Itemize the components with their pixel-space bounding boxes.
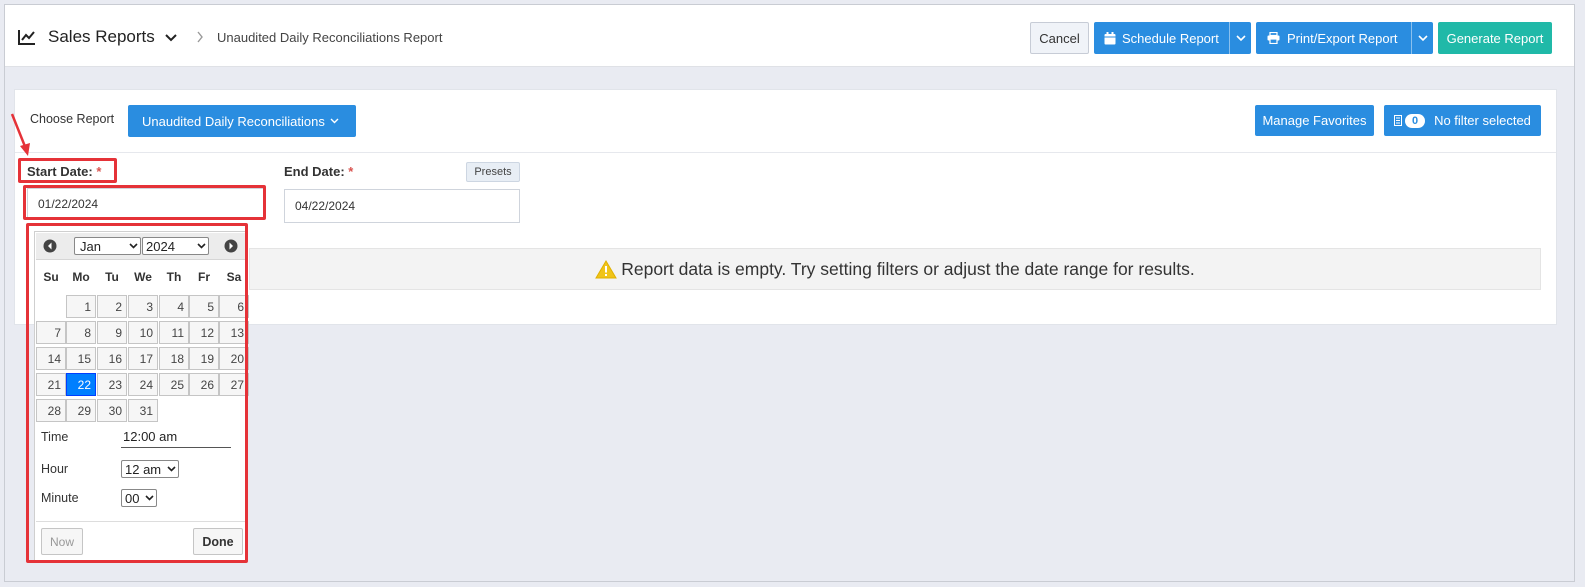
empty-report-banner: Report data is empty. Try setting filter… [249,248,1541,290]
page-header: Sales Reports Unaudited Daily Reconcilia… [5,5,1574,67]
page-title: Sales Reports [48,27,155,46]
empty-report-message: Report data is empty. Try setting filter… [621,258,1195,279]
presets-button[interactable]: Presets [466,162,520,182]
cancel-button[interactable]: Cancel [1030,22,1089,54]
annotation-box-start-input [23,185,266,220]
breadcrumb: Unaudited Daily Reconciliations Report [217,30,443,45]
filter-status-button[interactable]: 0 No filter selected [1384,105,1541,136]
panel-divider [15,152,1556,153]
chevron-down-icon [1417,34,1428,41]
report-select-value: Unaudited Daily Reconciliations [142,113,325,129]
app-frame: Sales Reports Unaudited Daily Reconcilia… [4,4,1575,582]
chevron-down-icon [330,118,339,124]
print-export-label: Print/Export Report [1287,30,1398,46]
end-date-value: 04/22/2024 [295,199,356,213]
chevron-down-icon [1235,34,1246,41]
annotation-box-start-label [18,158,117,183]
warning-icon [595,259,618,278]
choose-report-label: Choose Report [30,112,115,126]
generate-report-label: Generate Report [1446,30,1544,46]
cancel-button-label: Cancel [1039,30,1080,46]
line-chart-icon [18,30,35,45]
manage-favorites-label: Manage Favorites [1262,113,1367,128]
end-date-input[interactable]: 04/22/2024 [284,189,520,223]
report-select-dropdown[interactable]: Unaudited Daily Reconciliations [128,105,356,137]
chevron-right-icon [197,31,203,43]
annotation-arrow-icon [10,113,30,156]
filter-status-label: No filter selected [1434,113,1531,128]
schedule-options-toggle[interactable] [1229,22,1251,54]
annotation-box-datepicker [26,223,248,563]
calendar-icon [1104,31,1116,44]
generate-report-button[interactable]: Generate Report [1438,22,1552,54]
schedule-report-label: Schedule Report [1122,30,1219,46]
manage-favorites-button[interactable]: Manage Favorites [1255,105,1374,136]
end-date-label-text: End Date: [284,164,345,179]
required-marker: * [348,164,354,179]
filter-count-badge: 0 [1405,113,1426,128]
end-date-label: End Date: * [284,164,353,179]
filter-list-icon [1394,115,1403,126]
printer-icon [1267,32,1280,44]
print-export-report-button[interactable]: Print/Export Report [1256,22,1433,54]
chevron-down-icon[interactable] [165,33,177,43]
presets-label: Presets [474,166,512,178]
schedule-report-button[interactable]: Schedule Report [1094,22,1251,54]
export-options-toggle[interactable] [1411,22,1433,54]
